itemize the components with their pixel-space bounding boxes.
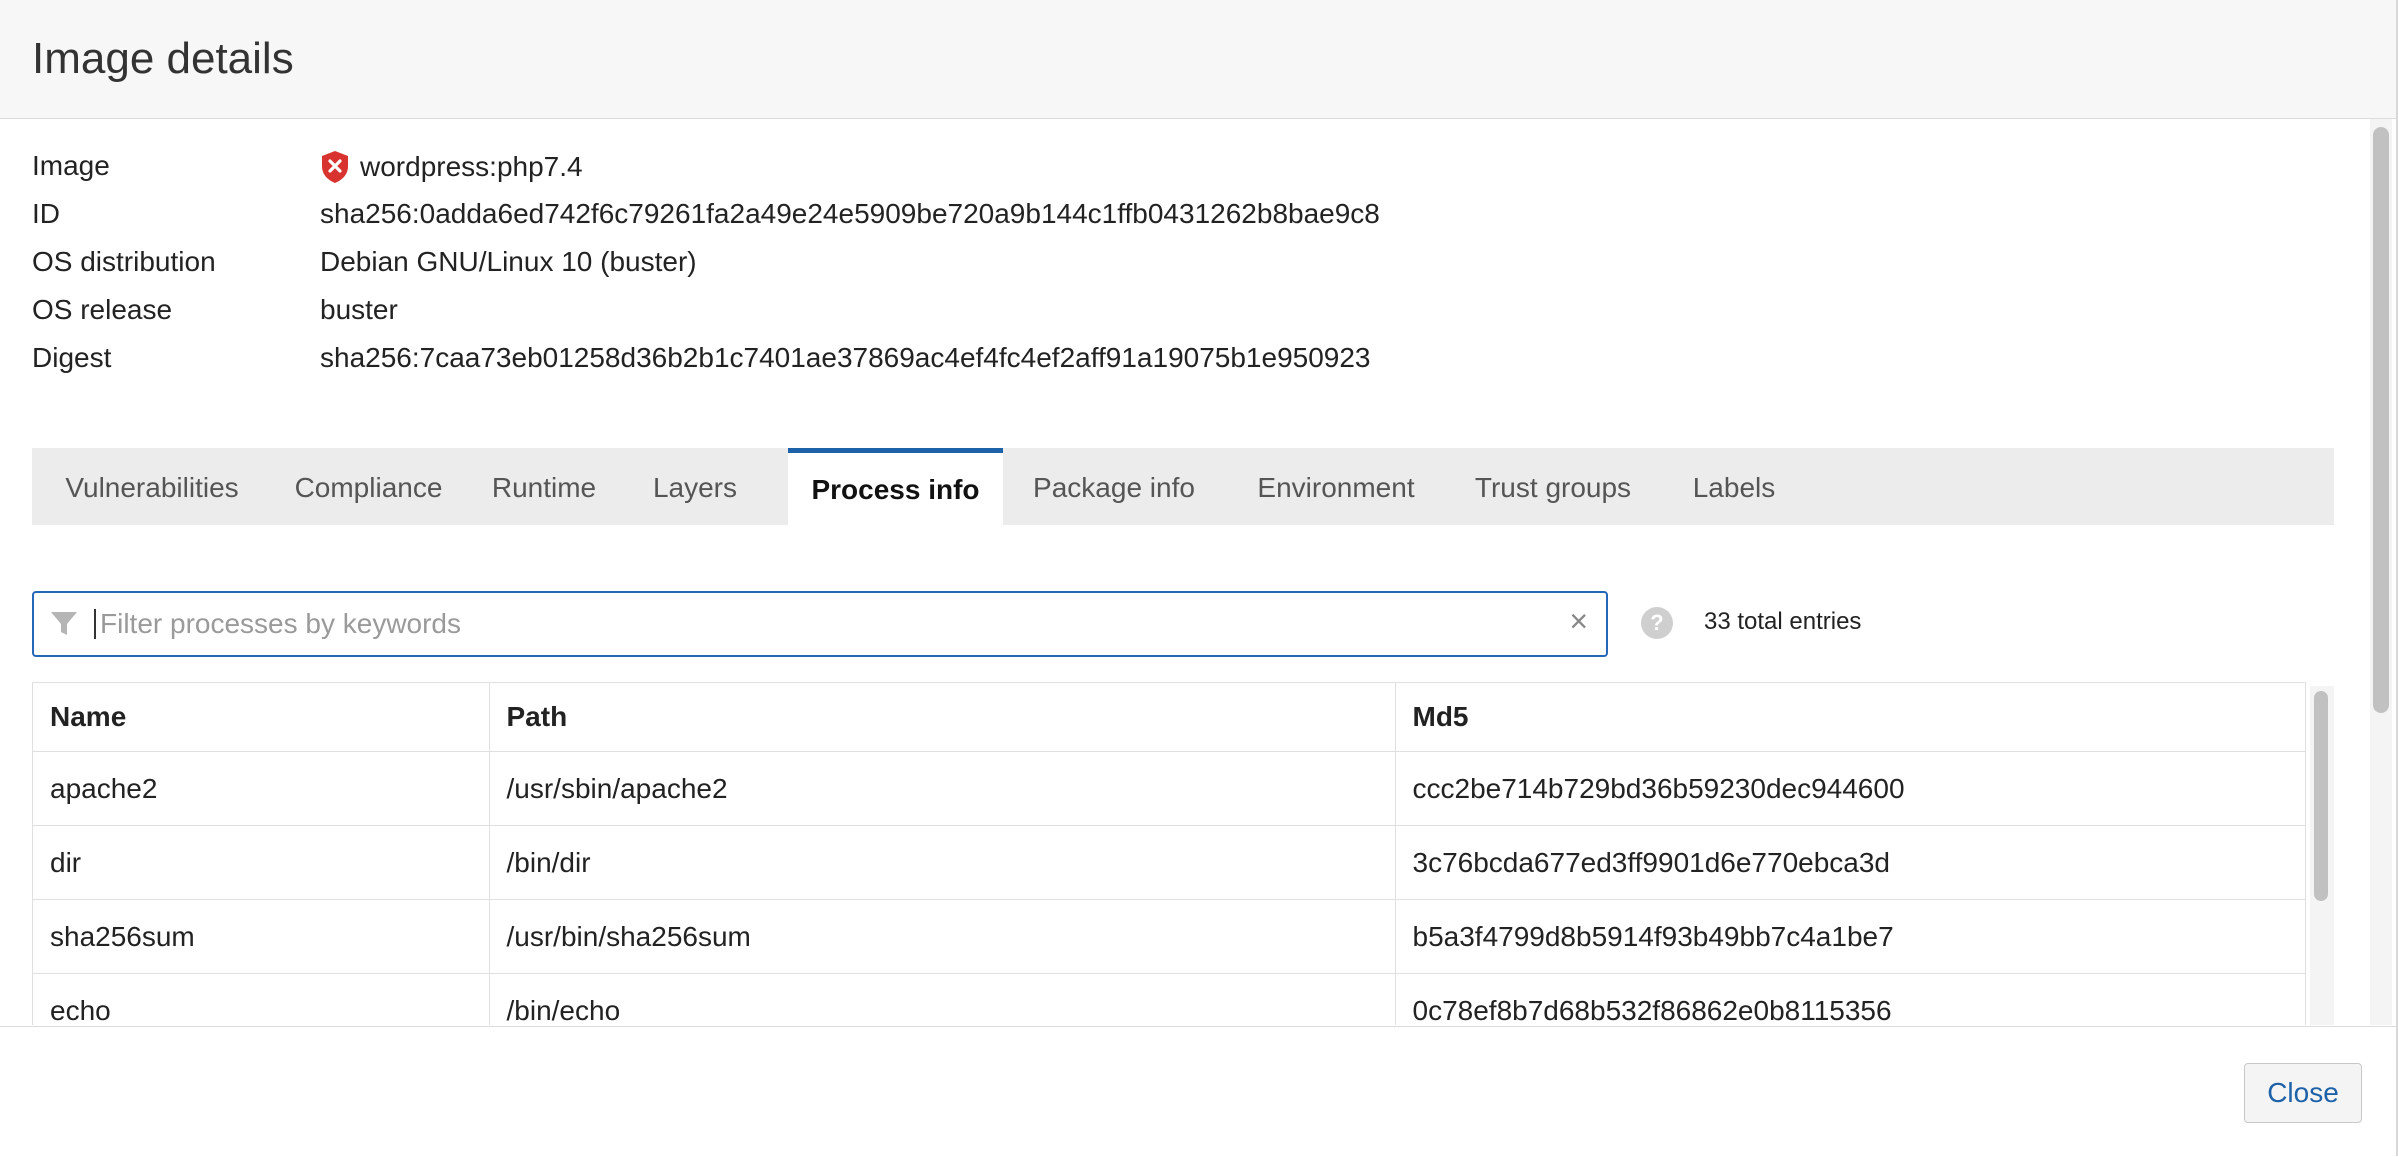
column-header-name[interactable]: Name xyxy=(33,682,490,752)
image-name: wordpress:php7.4 xyxy=(360,151,583,182)
cell-md5: ccc2be714b729bd36b59230dec944600 xyxy=(1395,751,2306,826)
cell-path: /usr/sbin/apache2 xyxy=(489,751,1396,826)
cell-md5: 0c78ef8b7d68b532f86862e0b8115356 xyxy=(1395,973,2306,1025)
cell-name: sha256sum xyxy=(33,899,490,974)
info-label: OS distribution xyxy=(32,246,216,277)
close-button[interactable]: Close xyxy=(2244,1063,2362,1123)
info-value: wordpress:php7.4 xyxy=(320,150,583,184)
process-table: Name Path Md5 apache2 /usr/sbin/apache2 … xyxy=(32,682,2335,1025)
table-scrollbar-thumb[interactable] xyxy=(2314,691,2328,901)
tab-process-info[interactable]: Process info xyxy=(788,448,1003,525)
info-label: ID xyxy=(32,198,60,229)
table-scrollbar[interactable] xyxy=(2310,686,2334,1025)
cell-md5: b5a3f4799d8b5914f93b49bb7c4a1be7 xyxy=(1395,899,2306,974)
table-row[interactable]: echo /bin/echo 0c78ef8b7d68b532f86862e0b… xyxy=(33,973,2306,1025)
cell-name: dir xyxy=(33,825,490,900)
help-icon[interactable]: ? xyxy=(1641,607,1673,639)
total-entries: 33 total entries xyxy=(1704,608,1862,635)
cell-path: /bin/echo xyxy=(489,973,1396,1025)
text-caret xyxy=(94,609,96,639)
filter-input[interactable] xyxy=(98,601,1572,647)
tab-bar: Vulnerabilities Compliance Runtime Layer… xyxy=(32,448,2334,525)
cell-md5: 3c76bcda677ed3ff9901d6e770ebca3d xyxy=(1395,825,2306,900)
cell-name: apache2 xyxy=(33,751,490,826)
info-label: Digest xyxy=(32,342,112,373)
tab-environment[interactable]: Environment xyxy=(1225,448,1447,525)
cell-path: /usr/bin/sha256sum xyxy=(489,899,1396,974)
info-label: Image xyxy=(32,150,110,181)
tab-vulnerabilities[interactable]: Vulnerabilities xyxy=(32,448,272,525)
tab-compliance[interactable]: Compliance xyxy=(272,448,465,525)
column-header-path[interactable]: Path xyxy=(489,682,1396,752)
table-row[interactable]: apache2 /usr/sbin/apache2 ccc2be714b729b… xyxy=(33,751,2306,826)
tab-trust-groups[interactable]: Trust groups xyxy=(1447,448,1659,525)
info-value: Debian GNU/Linux 10 (buster) xyxy=(320,246,697,277)
modal-title: Image details xyxy=(32,34,294,83)
info-value: sha256:7caa73eb01258d36b2b1c7401ae37869a… xyxy=(320,342,1371,373)
tab-runtime[interactable]: Runtime xyxy=(465,448,623,525)
column-header-md5[interactable]: Md5 xyxy=(1395,682,2306,752)
info-value: buster xyxy=(320,294,398,325)
clear-icon[interactable]: × xyxy=(1569,603,1588,640)
filter-icon xyxy=(51,612,77,635)
table-row[interactable]: sha256sum /usr/bin/sha256sum b5a3f4799d8… xyxy=(33,899,2306,974)
modal-footer: Close xyxy=(0,1026,2396,1157)
info-value: sha256:0adda6ed742f6c79261fa2a49e24e5909… xyxy=(320,198,1380,229)
cell-path: /bin/dir xyxy=(489,825,1396,900)
cell-name: echo xyxy=(33,973,490,1025)
filter-box: × xyxy=(32,591,1608,657)
modal-scrollbar[interactable] xyxy=(2370,119,2392,1025)
table-row[interactable]: dir /bin/dir 3c76bcda677ed3ff9901d6e770e… xyxy=(33,825,2306,900)
modal-header: Image details xyxy=(0,0,2396,119)
vulnerable-shield-icon xyxy=(322,151,348,183)
info-label: OS release xyxy=(32,294,173,325)
tab-labels[interactable]: Labels xyxy=(1659,448,1809,525)
modal-scrollbar-thumb[interactable] xyxy=(2373,127,2389,713)
tab-package-info[interactable]: Package info xyxy=(1003,448,1225,525)
table-header-row: Name Path Md5 xyxy=(33,682,2306,752)
tab-layers[interactable]: Layers xyxy=(623,448,767,525)
